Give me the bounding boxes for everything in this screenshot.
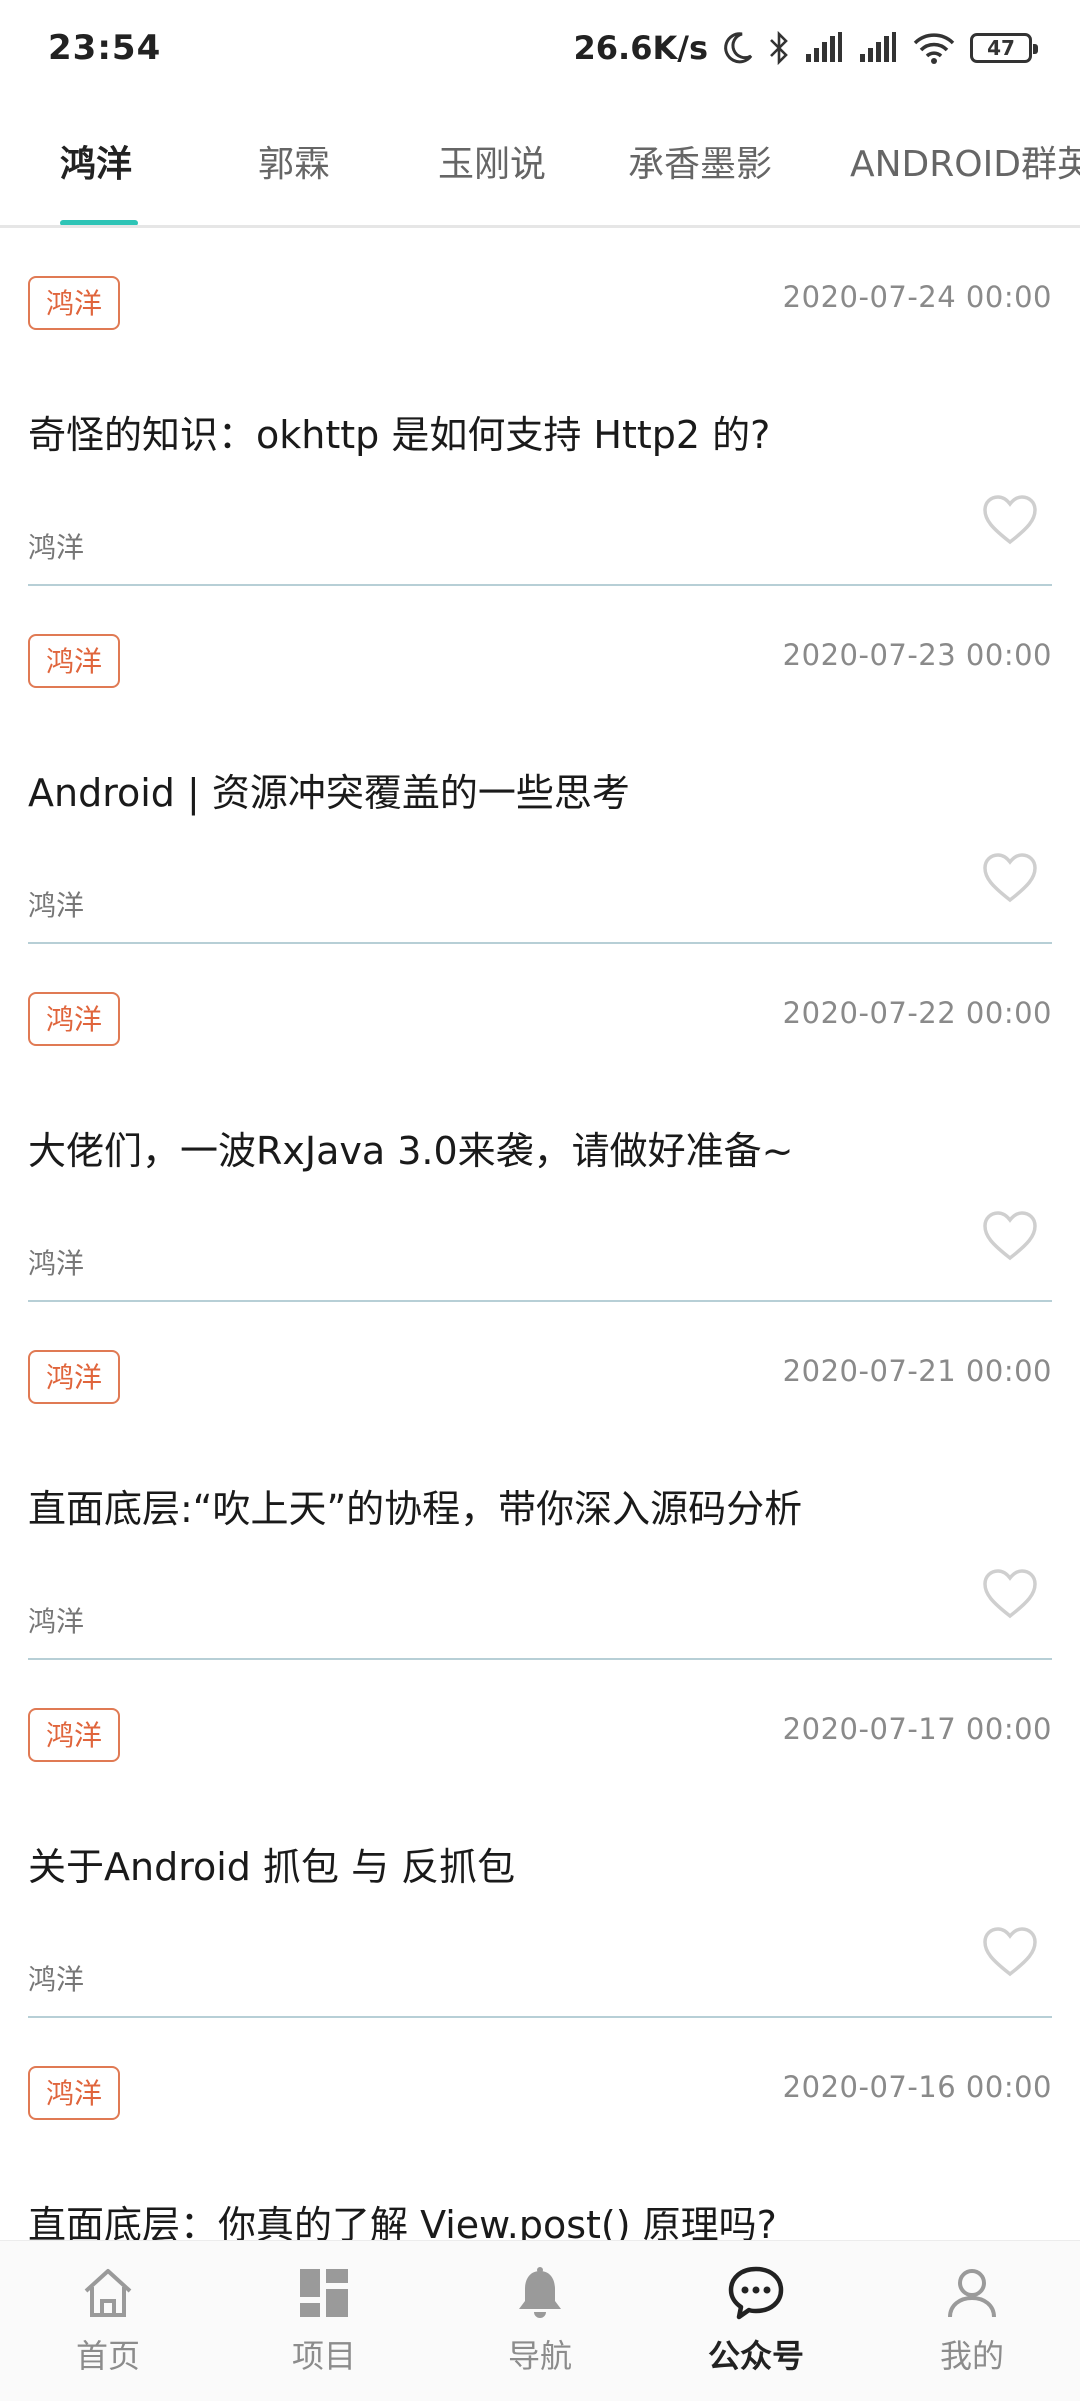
article-card[interactable]: 鸿洋 2020-07-21 00:00 直面底层:“吹上天”的协程，带你深入源码… (28, 1302, 1052, 1660)
article-author: 鸿洋 (28, 1605, 85, 1638)
article-author: 鸿洋 (28, 1963, 85, 1996)
tab-indicator (60, 220, 138, 225)
nav-navigation[interactable]: 导航 (465, 2241, 615, 2377)
nav-label: 我的 (939, 2337, 1004, 2375)
author-tag: 鸿洋 (28, 1708, 121, 1762)
tab-guolin[interactable]: 郭霖 (258, 140, 330, 190)
author-tag: 鸿洋 (28, 992, 121, 1046)
heart-icon[interactable] (982, 1926, 1038, 1978)
article-date: 2020-07-24 00:00 (782, 280, 1052, 314)
tab-bar: 鸿洋 郭霖 玉刚说 承香墨影 ANDROID群英传 (0, 110, 1080, 228)
signal-icon (804, 32, 844, 64)
moon-icon (722, 31, 754, 65)
battery-level: 47 (987, 36, 1015, 60)
article-author: 鸿洋 (28, 531, 85, 564)
bottom-navigation: 首页 项目 导航 公众号 我的 (0, 2240, 1080, 2401)
network-speed: 26.6K/s (573, 29, 708, 67)
person-icon (942, 2263, 1002, 2323)
chat-icon (726, 2263, 786, 2323)
author-tag: 鸿洋 (28, 634, 121, 688)
status-bar: 23:54 26.6K/s 47 (0, 0, 1080, 96)
battery-icon: 47 (970, 33, 1038, 63)
article-date: 2020-07-17 00:00 (782, 1712, 1052, 1746)
nav-label: 项目 (291, 2337, 356, 2375)
status-icons: 26.6K/s 47 (573, 29, 1038, 67)
heart-icon[interactable] (982, 1210, 1038, 1262)
article-title[interactable]: 大佬们，一波RxJava 3.0来袭，请做好准备~ (28, 1126, 794, 1176)
article-title[interactable]: 奇怪的知识：okhttp 是如何支持 Http2 的? (28, 410, 770, 460)
article-date: 2020-07-21 00:00 (782, 1354, 1052, 1388)
heart-icon[interactable] (982, 1568, 1038, 1620)
status-time: 23:54 (48, 28, 162, 68)
grid-icon (294, 2263, 354, 2323)
nav-label: 导航 (507, 2337, 572, 2375)
nav-home[interactable]: 首页 (33, 2241, 183, 2377)
tab-chengxiangmoying[interactable]: 承香墨影 (628, 140, 772, 190)
tab-android-qunyingzhuan[interactable]: ANDROID群英传 (850, 140, 1080, 190)
nav-label: 首页 (75, 2337, 140, 2375)
bell-icon (510, 2263, 570, 2323)
article-title[interactable]: 关于Android 抓包 与 反抓包 (28, 1842, 515, 1892)
nav-label: 公众号 (707, 2337, 804, 2375)
nav-projects[interactable]: 项目 (249, 2241, 399, 2377)
article-card[interactable]: 鸿洋 2020-07-24 00:00 奇怪的知识：okhttp 是如何支持 H… (28, 228, 1052, 586)
heart-icon[interactable] (982, 852, 1038, 904)
article-card[interactable]: 鸿洋 2020-07-22 00:00 大佬们，一波RxJava 3.0来袭，请… (28, 944, 1052, 1302)
author-tag: 鸿洋 (28, 2066, 121, 2120)
nav-official-accounts[interactable]: 公众号 (681, 2241, 831, 2377)
author-tag: 鸿洋 (28, 1350, 121, 1404)
article-author: 鸿洋 (28, 889, 85, 922)
article-date: 2020-07-22 00:00 (782, 996, 1052, 1030)
article-card[interactable]: 鸿洋 2020-07-23 00:00 Android | 资源冲突覆盖的一些思… (28, 586, 1052, 944)
home-icon (78, 2263, 138, 2323)
article-card[interactable]: 鸿洋 2020-07-17 00:00 关于Android 抓包 与 反抓包 鸿… (28, 1660, 1052, 2018)
bluetooth-icon (768, 31, 790, 65)
author-tag: 鸿洋 (28, 276, 121, 330)
heart-icon[interactable] (982, 494, 1038, 546)
article-title[interactable]: 直面底层:“吹上天”的协程，带你深入源码分析 (28, 1484, 802, 1534)
tab-yugangshuo[interactable]: 玉刚说 (438, 140, 546, 190)
article-author: 鸿洋 (28, 1247, 85, 1280)
nav-profile[interactable]: 我的 (897, 2241, 1047, 2377)
tab-hongyang[interactable]: 鸿洋 (60, 140, 132, 190)
article-title[interactable]: Android | 资源冲突覆盖的一些思考 (28, 768, 630, 818)
wifi-icon (912, 31, 956, 65)
article-date: 2020-07-16 00:00 (782, 2070, 1052, 2104)
signal-icon (858, 32, 898, 64)
article-date: 2020-07-23 00:00 (782, 638, 1052, 672)
